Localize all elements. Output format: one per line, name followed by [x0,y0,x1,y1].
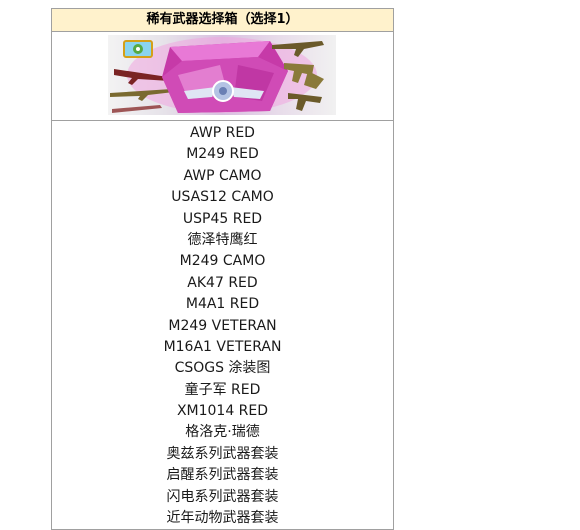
list-item: M249 RED [186,146,259,163]
crate-icon [162,41,288,113]
list-item: 童子军 RED [184,381,261,398]
list-item: AK47 RED [187,274,258,291]
list-item: XM1014 RED [176,403,269,420]
list-item: AWP CAMO [183,167,262,184]
list-item: USAS12 CAMO [171,189,274,206]
list-item: CSOGS 涂装图 [174,360,271,377]
weapon-box-table: 稀有武器选择箱（选择1） AWP RED M249 RED AWP CAMO U… [51,8,394,530]
box-title: 稀有武器选择箱（选择1） [146,12,299,27]
list-item: 奥兹系列武器套装 [166,445,279,462]
list-item: 德泽特鹰红 [187,231,258,248]
list-item: M249 VETERAN [168,317,277,334]
list-item: M4A1 RED [185,296,260,313]
list-item: 启醒系列武器套装 [166,467,279,484]
image-cell [52,32,393,121]
list-item: 格洛克·瑞德 [185,424,260,441]
list-item: AWP RED [190,125,255,141]
list-item: 闪电系列武器套装 [166,488,279,505]
list-item: 近年动物武器套装 [166,510,279,527]
list-item: M16A1 VETERAN [163,338,282,355]
list-item: M249 CAMO [179,253,266,270]
card-icon [123,40,153,58]
table-header: 稀有武器选择箱（选择1） [52,9,393,32]
list-item: USP45 RED [182,210,263,227]
weapon-box-image [108,35,336,115]
weapon-list: AWP RED M249 RED AWP CAMO USAS12 CAMO US… [52,121,393,529]
weapon-box-illustration [110,37,324,113]
